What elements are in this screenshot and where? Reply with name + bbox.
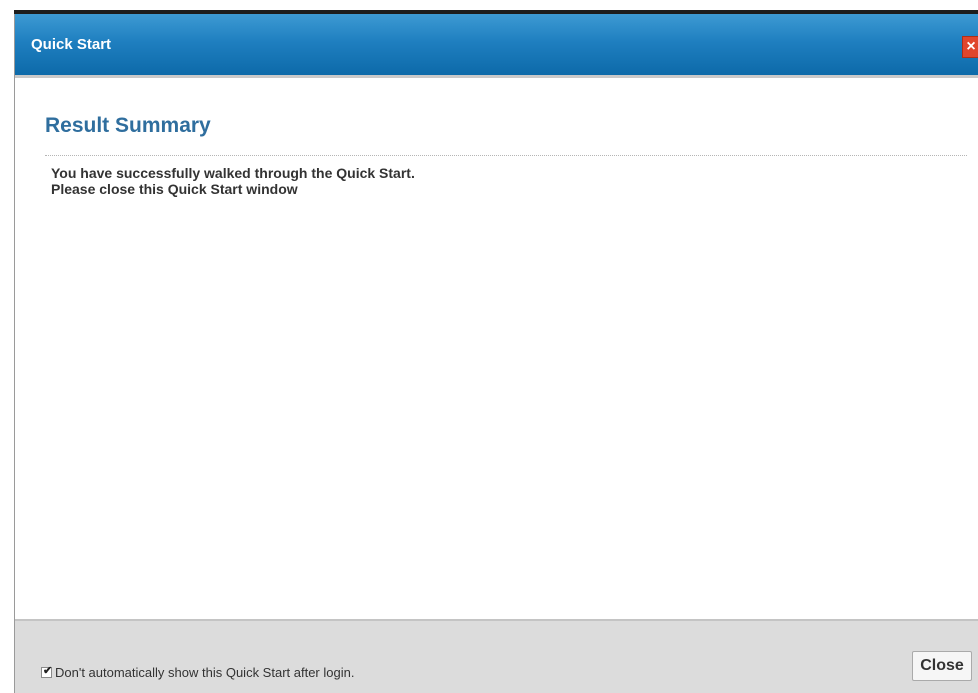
dont-show-checkbox[interactable]: ✔ bbox=[41, 665, 53, 678]
result-message: You have successfully walked through the… bbox=[51, 165, 415, 197]
quick-start-dialog: Quick Start × Result Summary You have su… bbox=[14, 14, 978, 693]
dialog-title: Quick Start bbox=[31, 36, 112, 53]
section-title: Result Summary bbox=[45, 114, 211, 137]
dialog-content: Result Summary You have successfully wal… bbox=[15, 78, 978, 633]
divider bbox=[45, 155, 967, 156]
dont-show-checkbox-row[interactable]: ✔ Don't automatically show this Quick St… bbox=[41, 665, 354, 680]
dialog-footer: ✔ Don't automatically show this Quick St… bbox=[15, 619, 978, 693]
checkmark-icon: ✔ bbox=[43, 665, 53, 677]
screen: Quick Start × Result Summary You have su… bbox=[0, 0, 978, 693]
dialog-titlebar: Quick Start × bbox=[15, 14, 978, 78]
dont-show-label: Don't automatically show this Quick Star… bbox=[55, 665, 355, 680]
close-icon[interactable]: × bbox=[962, 36, 978, 58]
message-line-1: You have successfully walked through the… bbox=[51, 165, 415, 181]
message-line-2: Please close this Quick Start window bbox=[51, 181, 298, 197]
close-button[interactable]: Close bbox=[912, 651, 972, 681]
